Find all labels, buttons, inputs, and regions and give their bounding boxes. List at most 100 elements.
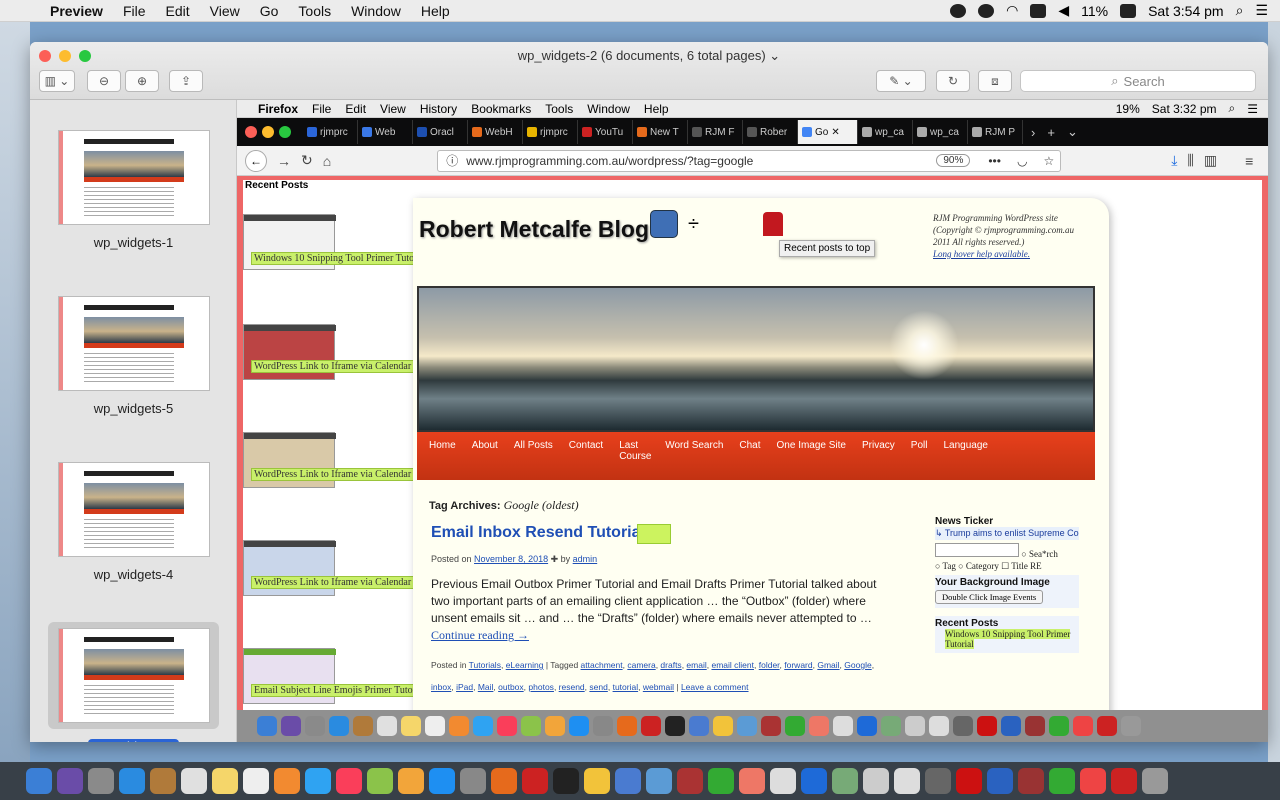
thumbnail-item-selected[interactable]: wp_widgets-2 (30, 622, 237, 742)
reminders-icon[interactable] (243, 768, 269, 794)
messages-icon[interactable] (305, 768, 331, 794)
thumbnail-image[interactable] (57, 130, 210, 225)
bookmark-star-icon: ☆ (1043, 153, 1055, 168)
reload-icon: ↻ (301, 152, 313, 168)
markup-pen-button[interactable]: ✎ ⌄ (876, 70, 926, 92)
menu-app-preview[interactable]: Preview (40, 3, 113, 19)
zoom-in-button[interactable]: ⊕ (125, 70, 159, 92)
spotlight-icon[interactable]: ⌕ (1236, 2, 1244, 19)
thumbnail-item[interactable]: wp_widgets-4 (30, 462, 237, 582)
opera-icon[interactable] (956, 768, 982, 794)
thumbnail-item[interactable]: wp_widgets-1 (30, 130, 237, 250)
thumbnail-sidebar: wp_widgets-1 wp_widgets-5 wp_widgets-4 w… (30, 100, 237, 742)
sidebar-toggle-button[interactable]: ▥ ⌄ (39, 70, 75, 92)
blog-nav-bar: Home About All Posts Contact Last Course… (417, 432, 1095, 480)
site-description: RJM Programming WordPress site (Copyrigh… (933, 213, 1075, 259)
thumbnail-image[interactable] (57, 296, 210, 391)
notes-icon[interactable] (212, 768, 238, 794)
browser-tab: Oracl (413, 120, 468, 144)
volume-icon[interactable]: ◀ (1058, 2, 1069, 19)
library-icon: ⫼ (1187, 152, 1194, 168)
search-field[interactable]: ⌕ Search (1020, 70, 1256, 92)
document-view[interactable]: Firefox File Edit View History Bookmarks… (237, 100, 1268, 710)
siri-icon[interactable] (57, 768, 83, 794)
nav-item: Chat (739, 440, 761, 451)
title-chevron-icon[interactable]: ⌄ (769, 48, 780, 63)
zoom-out-button[interactable]: ⊖ (87, 70, 121, 92)
forward-icon: → (277, 152, 291, 169)
music-icon[interactable] (336, 768, 362, 794)
terminal-icon[interactable] (553, 768, 579, 794)
app-store-icon[interactable] (429, 768, 455, 794)
app-icon[interactable] (677, 768, 703, 794)
tooltip: Recent posts to top (779, 240, 876, 257)
acrobat-icon[interactable] (1018, 768, 1044, 794)
firefox-icon[interactable] (491, 768, 517, 794)
menu-edit[interactable]: Edit (156, 3, 200, 19)
app-icon[interactable] (739, 768, 765, 794)
menu-go[interactable]: Go (250, 3, 289, 19)
chrome-icon[interactable] (1080, 768, 1106, 794)
markup-toolbox-button[interactable]: ⧈ (978, 70, 1012, 92)
share-button[interactable]: ⇪ (169, 70, 203, 92)
thumbnail-label: wp_widgets-4 (93, 567, 174, 582)
notification-center-icon[interactable]: ☰ (1255, 2, 1268, 19)
menu-tools[interactable]: Tools (288, 3, 341, 19)
app-icon[interactable] (801, 768, 827, 794)
calendar-icon[interactable] (181, 768, 207, 794)
browser-tab: RJM F (688, 120, 743, 144)
tray-app-icon[interactable] (950, 3, 967, 18)
launchpad-icon[interactable] (88, 768, 114, 794)
clock[interactable]: Sat 3:54 pm (1148, 3, 1224, 19)
app-icon[interactable] (1049, 768, 1075, 794)
menu-window[interactable]: Window (341, 3, 411, 19)
menu-view[interactable]: View (200, 3, 250, 19)
menu-bar: Preview File Edit View Go Tools Window H… (0, 0, 1280, 22)
widget-recent-heading: Recent Posts (935, 618, 999, 629)
airplay-icon[interactable] (1030, 3, 1047, 18)
books-icon[interactable] (398, 768, 424, 794)
double-click-events-button: Double Click Image Events (935, 590, 1044, 604)
app-icon[interactable] (584, 768, 610, 794)
menu-file[interactable]: File (113, 3, 156, 19)
firefox-app-menu: Firefox (258, 101, 299, 116)
android-studio-icon[interactable] (832, 768, 858, 794)
filezilla-icon[interactable] (522, 768, 548, 794)
finder-icon[interactable] (26, 768, 52, 794)
battery-icon[interactable] (1120, 3, 1137, 18)
safari-icon[interactable] (119, 768, 145, 794)
vscode-icon[interactable] (987, 768, 1013, 794)
news-ticker-heading: News Ticker (935, 516, 994, 527)
thumbnail-image[interactable] (57, 628, 210, 723)
maps-icon[interactable] (367, 768, 393, 794)
app-icon[interactable] (770, 768, 796, 794)
desktop-background (0, 22, 30, 762)
app-icon[interactable] (863, 768, 889, 794)
document-icon[interactable] (894, 768, 920, 794)
xcode-icon[interactable] (615, 768, 641, 794)
gimp-icon[interactable] (925, 768, 951, 794)
tray-browser-icon[interactable] (978, 3, 995, 18)
trash-icon[interactable] (1142, 768, 1168, 794)
nav-item: Home (429, 440, 456, 451)
system-preferences-icon[interactable] (460, 768, 486, 794)
menu-help[interactable]: Help (411, 3, 460, 19)
photos-icon[interactable] (274, 768, 300, 794)
battery-percent[interactable]: 11% (1081, 3, 1108, 19)
app-icon[interactable] (646, 768, 672, 794)
wifi-icon[interactable]: ◠ (1006, 2, 1018, 19)
home-icon: ⌂ (322, 152, 332, 169)
new-tab-icon: + (1047, 124, 1055, 140)
contacts-icon[interactable] (150, 768, 176, 794)
background-image-heading: Your Background Image (935, 577, 1050, 588)
post-meta: Posted on November 8, 2018 ✚ by admin (431, 554, 598, 564)
tab-close-icon: ✕ (831, 126, 840, 138)
thumbnail-item[interactable]: wp_widgets-5 (30, 296, 237, 416)
thumbnail-label: wp_widgets-5 (93, 401, 174, 416)
rotate-button[interactable]: ↻ (936, 70, 970, 92)
app-icon[interactable] (1111, 768, 1137, 794)
thumbnail-image[interactable] (57, 462, 210, 557)
browser-tab: WebH (468, 120, 523, 144)
header-banner-image (417, 286, 1095, 432)
facetime-icon[interactable] (708, 768, 734, 794)
